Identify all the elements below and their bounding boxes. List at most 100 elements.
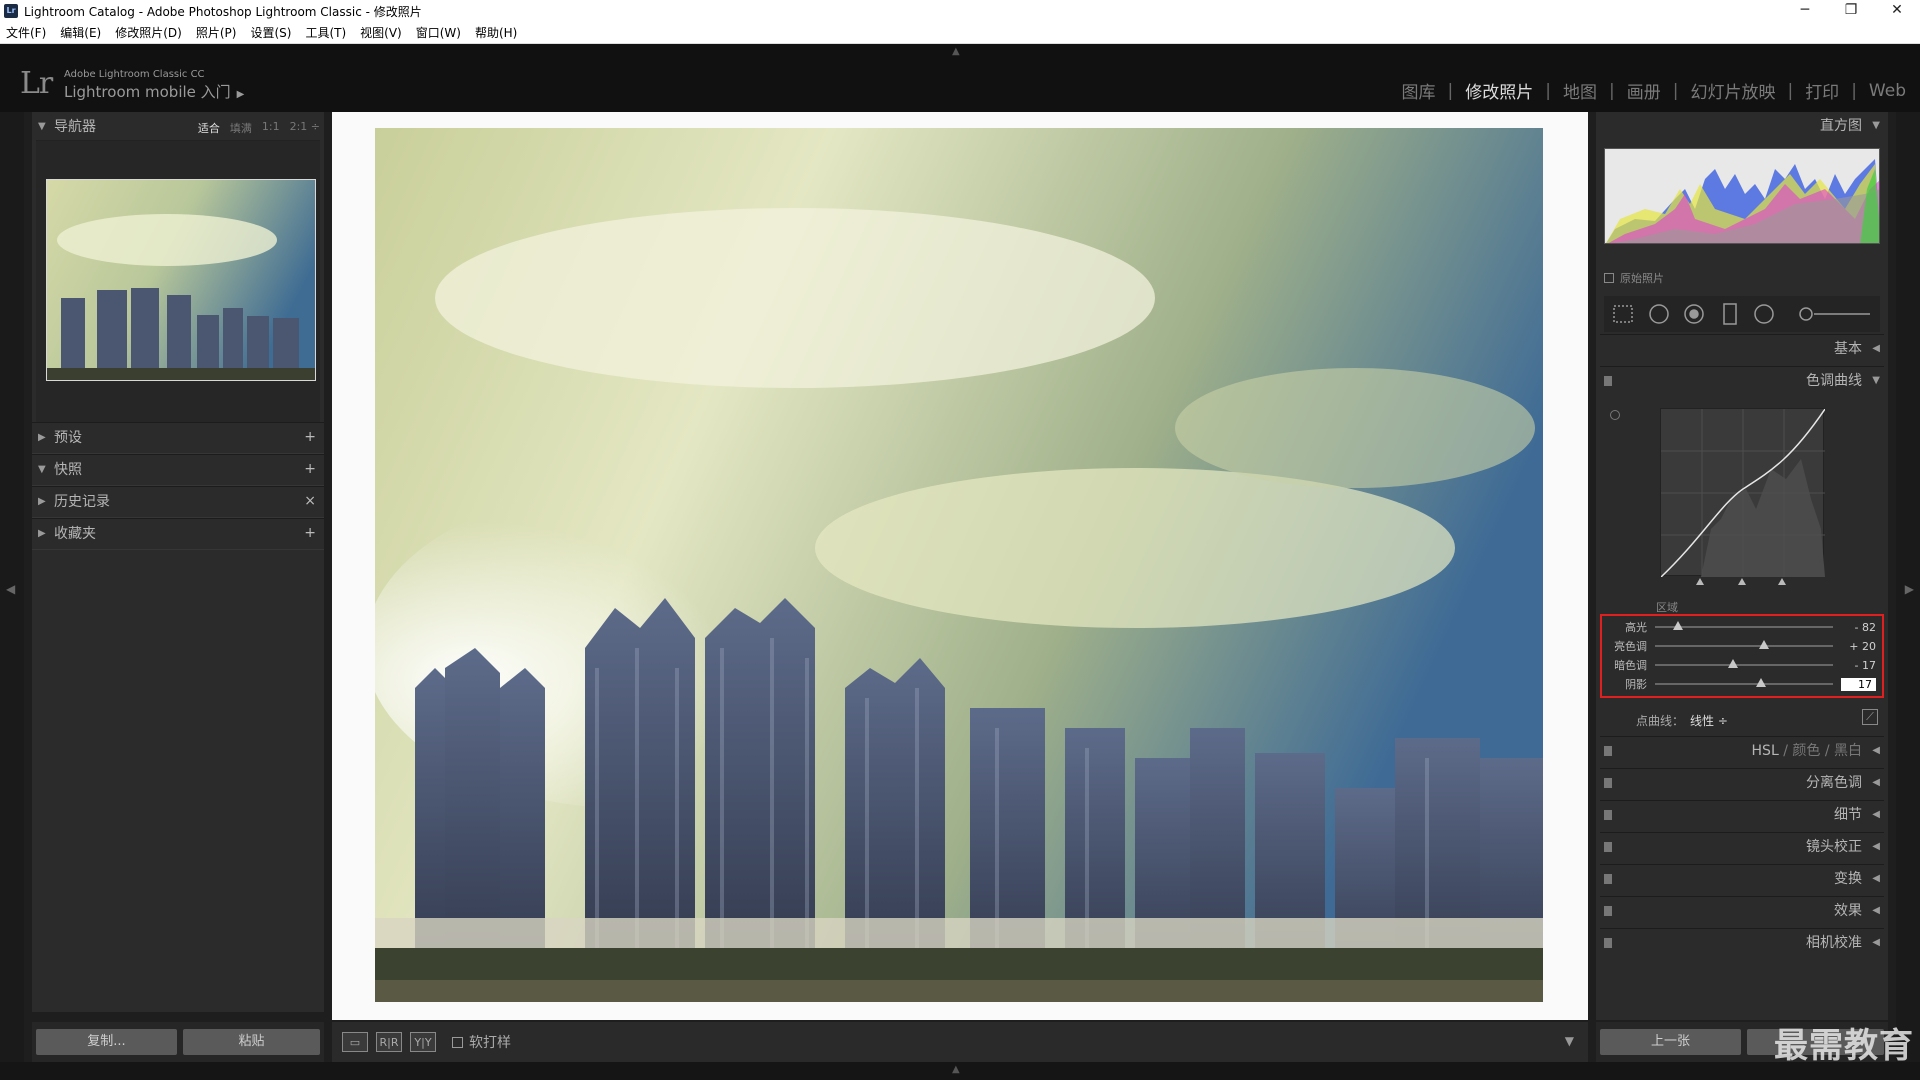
collapse-right-icon[interactable]: ▶ [1905,582,1914,596]
minimize-button[interactable]: ─ [1782,0,1828,22]
histogram[interactable] [1604,148,1880,244]
panel-switch-icon[interactable] [1604,938,1612,948]
collapse-bottom-icon[interactable]: ▲ [952,1064,960,1075]
menu-settings[interactable]: 设置(S) [250,24,291,41]
split-toning-header[interactable]: 分离色调 ◀ [1600,768,1884,796]
menu-develop[interactable]: 修改照片(D) [115,24,182,41]
curve-split-handles[interactable] [1660,574,1824,588]
target-adjust-icon[interactable] [1610,410,1620,420]
hsl-tab[interactable]: HSL [1752,743,1779,759]
loupe-view-icon[interactable]: ▭ [342,1032,368,1052]
previous-button[interactable]: 上一张 [1600,1029,1741,1055]
lens-corrections-header[interactable]: 镜头校正 ◀ [1600,832,1884,860]
highlights-value[interactable]: - 82 [1841,621,1876,634]
navigator-zoom-options: 适合 填满 1:1 2:1 ÷ [198,120,320,136]
tone-curve-graph[interactable] [1660,408,1826,578]
panel-switch-icon[interactable] [1604,376,1612,386]
before-after-tb-icon[interactable]: Y|Y [410,1032,436,1052]
triangle-left-icon: ◀ [1872,745,1880,756]
add-collection-icon[interactable]: + [304,525,316,541]
camera-calibration-header[interactable]: 相机校准 ◀ [1600,928,1884,956]
collapse-top-icon[interactable]: ▲ [952,46,960,57]
panel-switch-icon[interactable] [1604,810,1612,820]
paste-settings-button[interactable]: 粘贴 [182,1029,320,1055]
history-header[interactable]: ▶ 历史记录 × [32,487,324,515]
bottom-toolbar: ▭ R|R Y|Y 软打样 ▼ [332,1022,1588,1062]
copy-settings-button[interactable]: 复制... [36,1029,177,1055]
panel-switch-icon[interactable] [1604,874,1612,884]
collections-header[interactable]: ▶ 收藏夹 + [32,519,324,547]
menu-window[interactable]: 窗口(W) [416,24,461,41]
menu-view[interactable]: 视图(V) [360,24,402,41]
toolbar-menu-icon[interactable]: ▼ [1565,1034,1574,1048]
zoom-2-1[interactable]: 2:1 ÷ [290,120,320,136]
module-book[interactable]: 画册 [1627,78,1661,103]
original-photo-checkbox[interactable] [1604,273,1614,283]
original-photo-toggle[interactable]: 原始照片 [1604,270,1664,286]
darks-value[interactable]: - 17 [1841,659,1876,672]
add-snapshot-icon[interactable]: + [304,461,316,477]
menu-edit[interactable]: 编辑(E) [60,24,101,41]
before-after-lr-icon[interactable]: R|R [376,1032,402,1052]
zoom-fit[interactable]: 适合 [198,120,220,136]
snapshots-header[interactable]: ▼ 快照 + [32,455,324,483]
navigator-thumbnail[interactable] [46,179,316,381]
close-button[interactable]: ✕ [1874,0,1920,22]
detail-header[interactable]: 细节 ◀ [1600,800,1884,828]
darks-slider[interactable]: 暗色调 - 17 [1608,656,1876,674]
module-web[interactable]: Web [1869,81,1906,101]
highlights-slider[interactable]: 高光 - 82 [1608,618,1876,636]
lights-value[interactable]: + 20 [1841,640,1876,653]
histogram-header[interactable]: 直方图 ▼ [1596,112,1888,140]
lights-slider[interactable]: 亮色调 + 20 [1608,637,1876,655]
menu-file[interactable]: 文件(F) [6,24,46,41]
menu-tools[interactable]: 工具(T) [305,24,346,41]
highlights-knob[interactable] [1673,621,1684,630]
triangle-right-icon: ▶ [38,527,46,539]
panel-switch-icon[interactable] [1604,778,1612,788]
clear-history-icon[interactable]: × [304,493,316,509]
lightroom-mobile-link[interactable]: Lightroom mobile 入门 ▶ [64,81,244,102]
module-library[interactable]: 图库 [1402,78,1436,103]
presets-header[interactable]: ▶ 预设 + [32,423,324,451]
color-tab[interactable]: 颜色 [1792,743,1820,759]
shadows-slider[interactable]: 阴影 17 [1608,675,1877,693]
collections-section: ▶ 收藏夹 + [32,518,324,550]
collapse-left-icon[interactable]: ◀ [6,582,15,596]
zoom-fill[interactable]: 填满 [230,120,252,136]
right-edge: ▶ [1896,112,1920,1070]
navigator-title: 导航器 [54,119,96,135]
bw-tab[interactable]: 黑白 [1834,743,1862,759]
tone-curve-header[interactable]: 色调曲线 ▼ [1600,366,1884,394]
panel-switch-icon[interactable] [1604,842,1612,852]
darks-knob[interactable] [1728,659,1739,668]
softproof-checkbox[interactable] [452,1036,463,1048]
panel-switch-icon[interactable] [1604,906,1612,916]
module-slideshow[interactable]: 幻灯片放映 [1690,78,1775,103]
play-arrow-icon: ▶ [236,89,245,100]
hsl-section-header[interactable]: HSL / 颜色 / 黑白 ◀ [1600,736,1884,764]
shadows-value-field[interactable]: 17 [1840,677,1877,691]
zoom-1-1[interactable]: 1:1 [262,120,280,136]
point-curve-select[interactable]: 线性 ÷ [1690,714,1728,728]
menu-photo[interactable]: 照片(P) [196,24,237,41]
presets-section: ▶ 预设 + [32,422,324,454]
navigator-header[interactable]: ▼ 导航器 适合 填满 1:1 2:1 ÷ [32,112,324,140]
menu-help[interactable]: 帮助(H) [475,24,517,41]
module-map[interactable]: 地图 [1563,78,1597,103]
add-preset-icon[interactable]: + [304,429,316,445]
lights-knob[interactable] [1759,640,1770,649]
restore-button[interactable]: ❐ [1828,0,1874,22]
basic-section-header[interactable]: 基本 ◀ [1600,334,1884,362]
main-photo[interactable] [375,128,1543,1002]
tone-curve-title: 色调曲线 [1806,373,1862,389]
transform-header[interactable]: 变换 ◀ [1600,864,1884,892]
panel-switch-icon[interactable] [1604,746,1612,756]
edit-point-curve-icon[interactable]: ⟋ [1862,709,1878,725]
module-print[interactable]: 打印 [1805,78,1839,103]
effects-header[interactable]: 效果 ◀ [1600,896,1884,924]
triangle-left-icon: ◀ [1872,905,1880,916]
presets-title: 预设 [54,430,82,446]
shadows-knob[interactable] [1756,678,1767,687]
module-develop[interactable]: 修改照片 [1465,78,1533,103]
